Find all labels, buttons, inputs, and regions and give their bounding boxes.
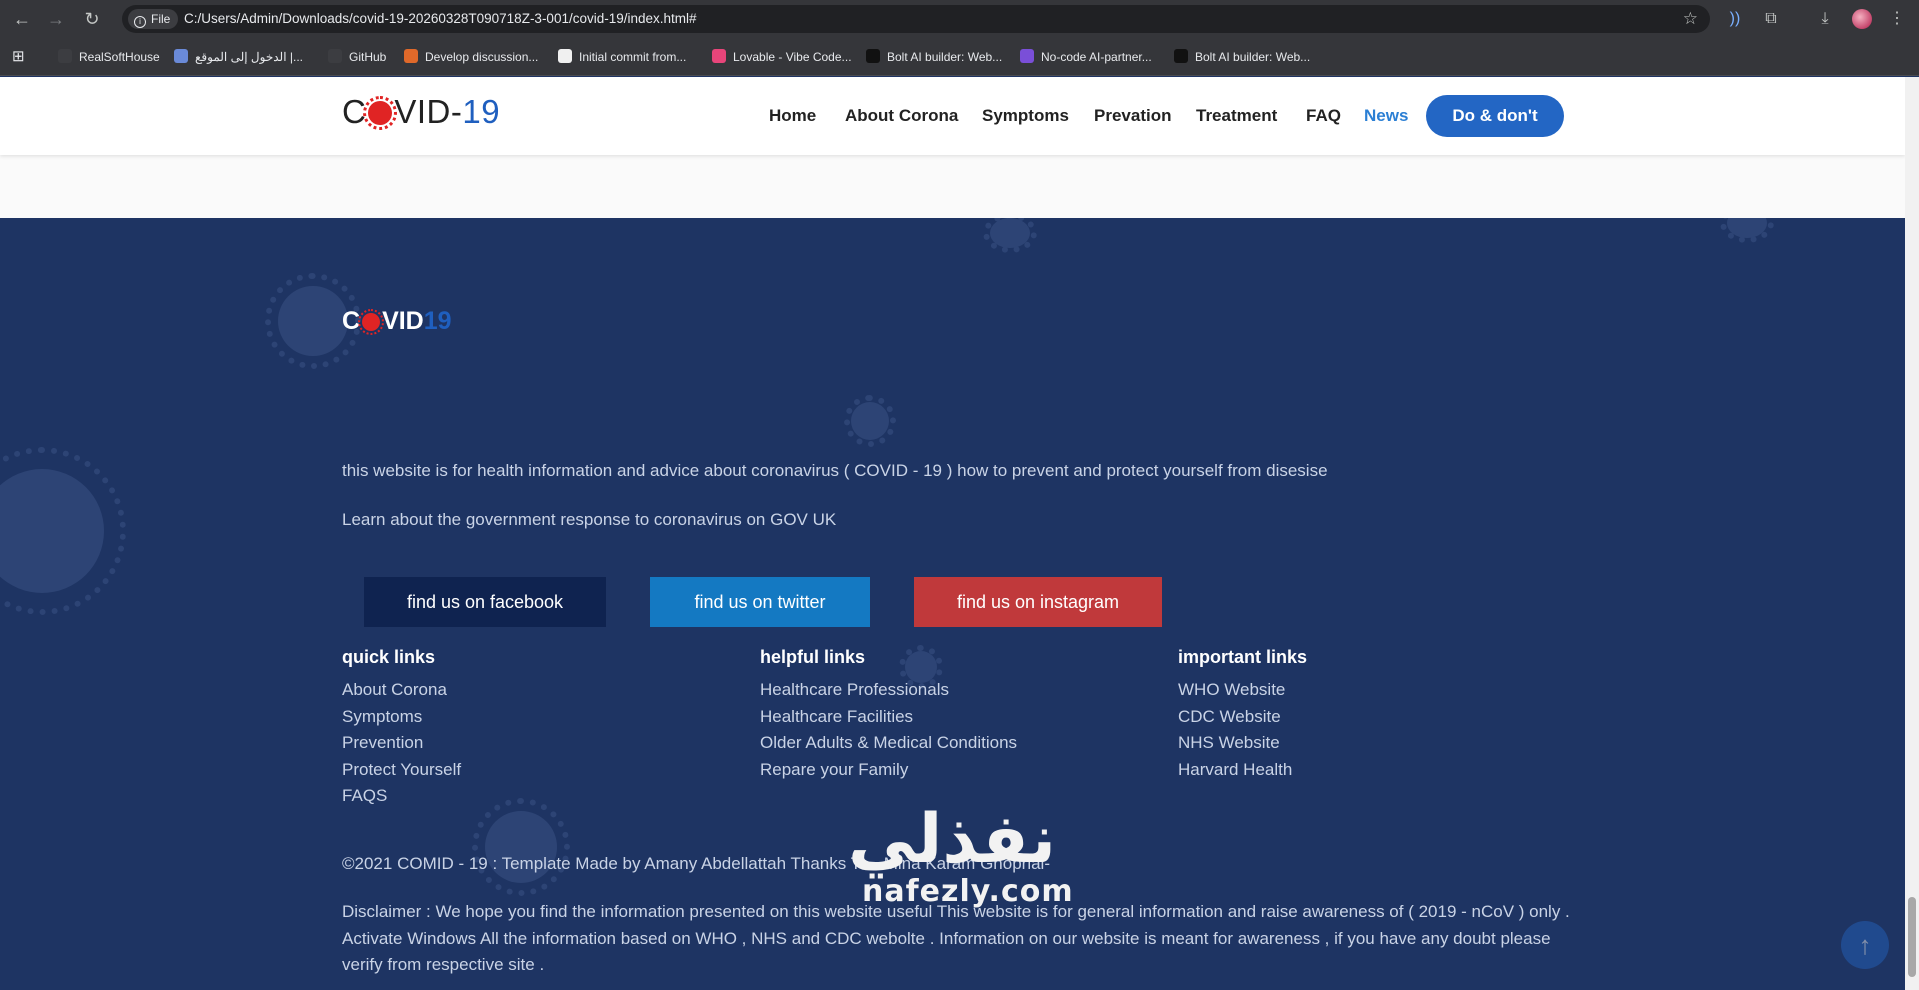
info-icon: i [134, 16, 146, 28]
profile-avatar[interactable] [1852, 9, 1872, 29]
footer-link[interactable]: Healthcare Facilities [760, 704, 1017, 731]
nav-treatment[interactable]: Treatment [1196, 106, 1277, 126]
bookmark-favicon [404, 49, 418, 63]
footer-link[interactable]: Harvard Health [1178, 757, 1292, 784]
virus-decoration-icon [265, 273, 361, 369]
footer-logo-text: VID [382, 307, 424, 335]
nav-news[interactable]: News [1364, 106, 1408, 126]
bookmark-label: Bolt AI builder: Web... [887, 50, 1003, 64]
footer-link[interactable]: Symptoms [342, 704, 461, 731]
nav-about-corona[interactable]: About Corona [845, 106, 958, 126]
footer-gov-text: Learn about the government response to c… [342, 510, 837, 529]
watermark-arabic: نفذلي [848, 800, 1057, 879]
back-icon[interactable]: ← [10, 7, 34, 31]
bookmarks-bar: ⊞ RealSoftHouse الدخول إلى الموقع |... G… [0, 38, 1919, 76]
virus-icon [363, 96, 398, 130]
virus-decoration-icon [0, 446, 127, 616]
footer-about-text: this website is for health information a… [342, 461, 1328, 480]
site-info-chip[interactable]: i File [128, 9, 179, 29]
footer-link[interactable]: CDC Website [1178, 704, 1292, 731]
extensions-icon[interactable]: ⧉ [1760, 8, 1782, 30]
apps-grid-icon[interactable]: ⊞ [12, 47, 25, 67]
footer-link[interactable]: Protect Yourself [342, 757, 461, 784]
bookmark-label: RealSoftHouse [79, 50, 160, 64]
instagram-button[interactable]: find us on instagram [914, 577, 1162, 627]
bookmark-label: Develop discussion... [425, 50, 539, 64]
bookmark-label: GitHub [349, 50, 387, 64]
footer-link[interactable]: About Corona [342, 677, 461, 704]
bookmark-0[interactable]: RealSoftHouse [58, 47, 160, 67]
footer-link[interactable]: NHS Website [1178, 730, 1292, 757]
nav-faq[interactable]: FAQ [1306, 106, 1341, 126]
nav-home[interactable]: Home [769, 106, 816, 126]
helpful-links-title: helpful links [760, 647, 866, 667]
footer-logo-number: 19 [423, 307, 452, 335]
url-text[interactable]: C:/Users/Admin/Downloads/covid-19-202603… [184, 5, 697, 33]
bookmark-favicon [866, 49, 880, 63]
virus-decoration-icon [982, 218, 1038, 254]
helpful-links-list: Healthcare Professionals Healthcare Faci… [760, 677, 1017, 783]
bookmark-label: الدخول إلى الموقع |... [195, 50, 303, 64]
address-bar[interactable]: i File C:/Users/Admin/Downloads/covid-19-… [122, 5, 1710, 33]
virus-decoration-icon [1719, 218, 1775, 244]
bookmark-8[interactable]: Bolt AI builder: Web... [1174, 47, 1310, 67]
page-scrollbar[interactable] [1905, 77, 1919, 990]
logo-text: VID- [394, 93, 463, 130]
bookmark-6[interactable]: Bolt AI builder: Web... [866, 47, 1002, 67]
bookmark-1[interactable]: الدخول إلى الموقع |... [174, 47, 303, 67]
header-logo[interactable]: C VID-19 [342, 93, 500, 131]
nav-prevation[interactable]: Prevation [1094, 106, 1171, 126]
important-links-title: important links [1178, 647, 1308, 667]
quick-links-title: quick links [342, 647, 436, 667]
quick-links-list: About Corona Symptoms Prevention Protect… [342, 677, 461, 810]
facebook-button[interactable]: find us on facebook [364, 577, 606, 627]
bookmark-7[interactable]: No-code AI-partner... [1020, 47, 1152, 67]
important-links-list: WHO Website CDC Website NHS Website Harv… [1178, 677, 1292, 783]
bookmark-3[interactable]: Develop discussion... [404, 47, 538, 67]
bookmark-favicon [712, 49, 726, 63]
bookmark-favicon [328, 49, 342, 63]
browser-toolbar: ← → ↻ i File C:/Users/Admin/Downloads/cov… [0, 0, 1919, 38]
forward-icon[interactable]: → [44, 7, 68, 31]
site-header: C VID-19 Home About Corona Symptoms Preva… [0, 77, 1905, 155]
footer-link[interactable]: Prevention [342, 730, 461, 757]
bookmark-label: Bolt AI builder: Web... [1195, 50, 1311, 64]
bookmark-favicon [558, 49, 572, 63]
footer-logo[interactable]: C VID19 [342, 307, 452, 336]
watermark-latin: nafezly.com [862, 874, 1074, 909]
footer-link[interactable]: FAQS [342, 783, 461, 810]
disclaimer-text: Disclaimer : We hope you find the inform… [342, 902, 1570, 974]
footer-link[interactable]: Healthcare Professionals [760, 677, 1017, 704]
nav-symptoms[interactable]: Symptoms [982, 106, 1069, 126]
bookmark-favicon [1174, 49, 1188, 63]
footer-link[interactable]: WHO Website [1178, 677, 1292, 704]
bookmark-label: No-code AI-partner... [1041, 50, 1152, 64]
bookmark-favicon [1020, 49, 1034, 63]
reload-icon[interactable]: ↻ [80, 7, 104, 31]
logo-number: 19 [462, 93, 501, 130]
virus-decoration-icon [844, 395, 896, 447]
scrollbar-thumb[interactable] [1908, 897, 1916, 977]
download-icon[interactable]: ⤓ [1814, 8, 1836, 30]
bookmark-favicon [174, 49, 188, 63]
footer-link[interactable]: Older Adults & Medical Conditions [760, 730, 1017, 757]
arrow-up-icon: ↑ [1858, 930, 1872, 960]
bookmark-star-icon[interactable]: ☆ [1683, 5, 1698, 33]
content-end-band [0, 155, 1905, 218]
twitter-button[interactable]: find us on twitter [650, 577, 870, 627]
menu-kebab-icon[interactable]: ⋮ [1886, 8, 1908, 30]
cast-icon[interactable]: )) [1724, 8, 1746, 30]
do-and-dont-button[interactable]: Do & don't [1426, 95, 1564, 137]
bookmark-label: Initial commit from... [579, 50, 687, 64]
bookmark-2[interactable]: GitHub [328, 47, 386, 67]
scroll-to-top-button[interactable]: ↑ [1841, 921, 1889, 969]
bookmark-favicon [58, 49, 72, 63]
footer-link[interactable]: Repare your Family [760, 757, 1017, 784]
bookmark-4[interactable]: Initial commit from... [558, 47, 686, 67]
site-chip-label: File [151, 12, 171, 26]
bookmark-5[interactable]: Lovable - Vibe Code... [712, 47, 852, 67]
bookmark-label: Lovable - Vibe Code... [733, 50, 852, 64]
virus-icon [358, 309, 385, 335]
